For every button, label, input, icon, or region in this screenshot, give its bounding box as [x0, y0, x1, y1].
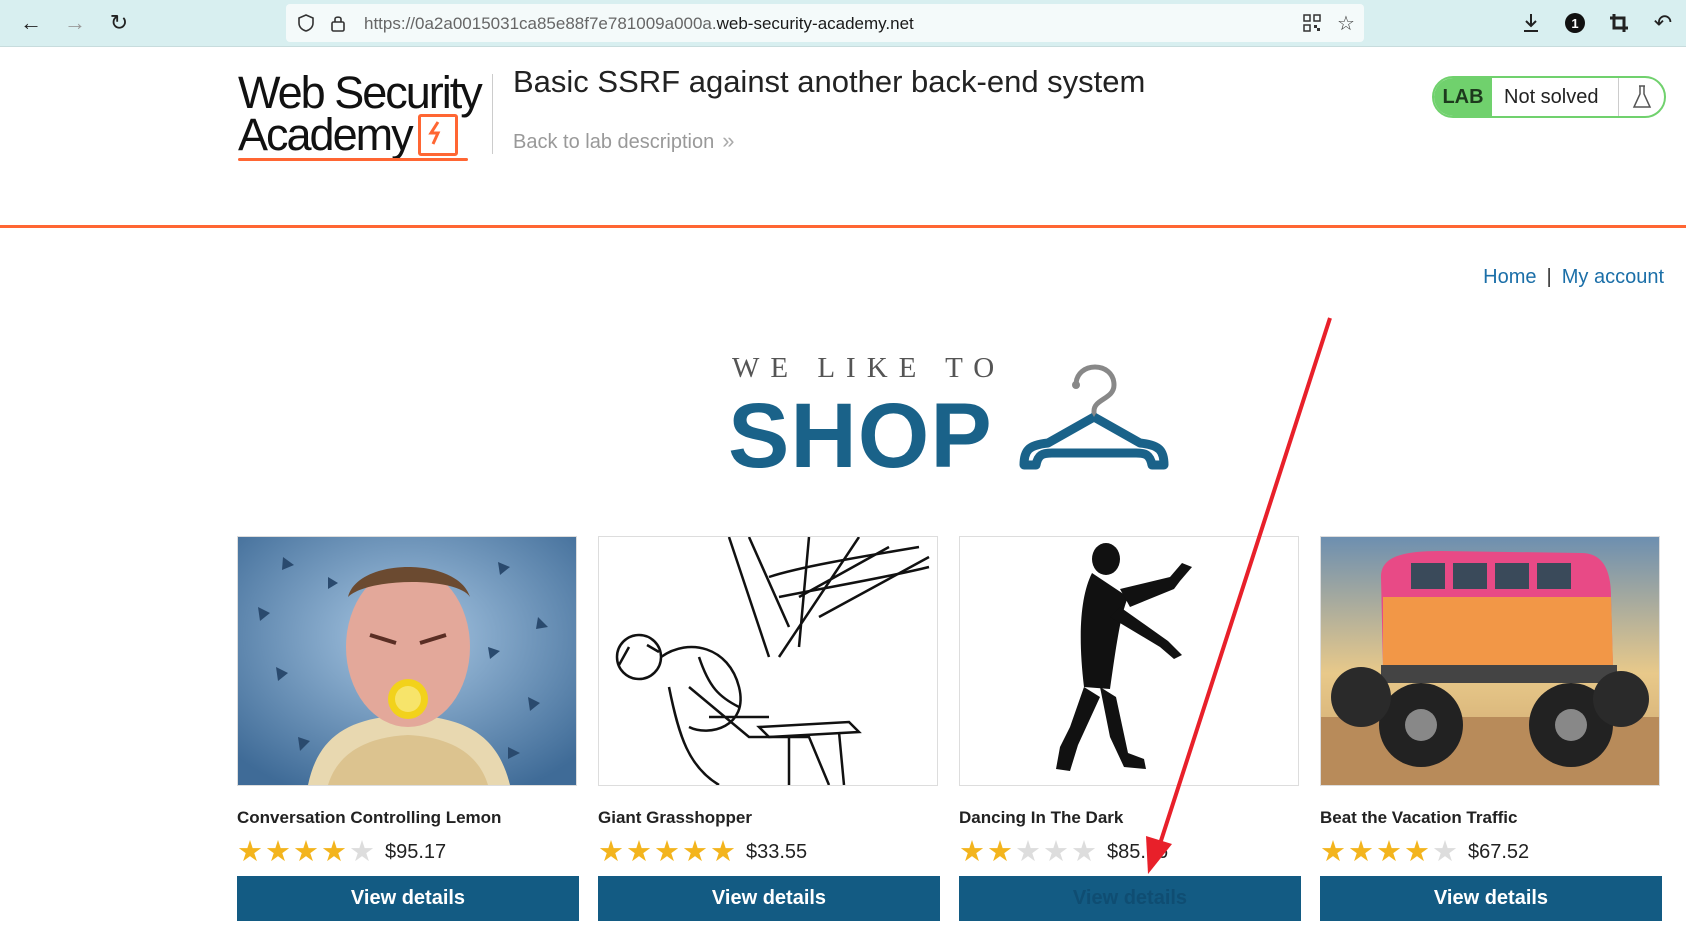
- product-image-vacation-traffic[interactable]: [1320, 536, 1660, 786]
- product-price: $33.55: [746, 840, 808, 863]
- back-link-label: Back to lab description: [513, 131, 715, 153]
- star-filled-icon: ★: [265, 836, 291, 868]
- home-link[interactable]: Home: [1483, 266, 1536, 288]
- lab-status-widget: LAB Not solved: [1432, 76, 1666, 118]
- url-domain: web-security-academy.net: [716, 14, 914, 33]
- star-filled-icon: ★: [626, 836, 652, 868]
- product-name: Giant Grasshopper: [598, 808, 752, 827]
- site-nav: Home | My account: [1483, 266, 1664, 289]
- view-details-button[interactable]: View details: [237, 876, 579, 921]
- download-icon[interactable]: [1516, 8, 1546, 38]
- lab-title: Basic SSRF against another back-end syst…: [513, 64, 1146, 99]
- logo-text-academy: Academy: [238, 109, 414, 160]
- product-card: Giant Grasshopper ★★★★★ $33.55 View deta…: [598, 536, 940, 921]
- star-filled-icon: ★: [987, 836, 1013, 868]
- browser-toolbar: ← → ↻ https://0a2a0015031ca85e88f7e78100…: [0, 0, 1686, 47]
- header-rule: [0, 225, 1686, 228]
- product-name: Dancing In The Dark: [959, 808, 1124, 827]
- view-details-button[interactable]: View details: [1320, 876, 1662, 921]
- product-rating: ★★★★★ $67.52: [1320, 836, 1662, 868]
- nav-separator: |: [1546, 266, 1552, 288]
- logo-bolt-icon: [417, 114, 458, 156]
- star-filled-icon: ★: [710, 836, 736, 868]
- star-empty-icon: ★: [1015, 836, 1041, 868]
- product-rating: ★★★★★ $95.17: [237, 836, 579, 868]
- star-filled-icon: ★: [321, 836, 347, 868]
- star-filled-icon: ★: [1348, 836, 1374, 868]
- star-filled-icon: ★: [1404, 836, 1430, 868]
- web-security-academy-logo[interactable]: Web Security Academy: [238, 67, 490, 168]
- star-filled-icon: ★: [237, 836, 263, 868]
- product-rating: ★★★★★ $85.76: [959, 836, 1301, 868]
- undo-icon[interactable]: ↶: [1648, 8, 1678, 38]
- reload-icon[interactable]: ↻: [104, 8, 134, 38]
- star-empty-icon: ★: [349, 836, 375, 868]
- extension-icon[interactable]: 1: [1560, 8, 1590, 38]
- product-price: $67.52: [1468, 840, 1530, 863]
- product-card: Beat the Vacation Traffic ★★★★★ $67.52 V…: [1320, 536, 1662, 921]
- lab-status-text: Not solved: [1504, 86, 1599, 108]
- star-filled-icon: ★: [1320, 836, 1346, 868]
- hanger-icon: [1019, 364, 1169, 470]
- product-card: Dancing In The Dark ★★★★★ $85.76 View de…: [959, 536, 1301, 921]
- qr-code-icon[interactable]: [1302, 13, 1322, 33]
- star-filled-icon: ★: [293, 836, 319, 868]
- product-image-dancing[interactable]: [959, 536, 1299, 786]
- forward-arrow-icon[interactable]: →: [60, 8, 90, 38]
- star-filled-icon: ★: [654, 836, 680, 868]
- banner-tagline: WE LIKE TO: [732, 352, 1006, 384]
- lock-icon[interactable]: [328, 13, 348, 33]
- bookmark-star-icon[interactable]: ☆: [1336, 13, 1356, 35]
- banner-shop-title: SHOP: [728, 385, 993, 487]
- back-to-lab-description-link[interactable]: Back to lab description »: [513, 128, 734, 154]
- product-image-grasshopper[interactable]: [598, 536, 938, 786]
- rating-stars: ★★★★★: [598, 836, 738, 868]
- logo-underline: [238, 158, 468, 161]
- star-filled-icon: ★: [1376, 836, 1402, 868]
- star-filled-icon: ★: [598, 836, 624, 868]
- star-empty-icon: ★: [1071, 836, 1097, 868]
- address-bar[interactable]: https://0a2a0015031ca85e88f7e781009a000a…: [286, 4, 1364, 42]
- flask-icon[interactable]: [1618, 78, 1664, 116]
- star-empty-icon: ★: [1432, 836, 1458, 868]
- view-details-button[interactable]: View details: [959, 876, 1301, 921]
- crop-icon[interactable]: [1604, 8, 1634, 38]
- back-arrow-icon[interactable]: ←: [16, 8, 46, 38]
- double-chevron-right-icon: »: [722, 128, 735, 153]
- header-divider: [492, 74, 493, 154]
- view-details-button[interactable]: View details: [598, 876, 940, 921]
- product-image-lemon[interactable]: [237, 536, 577, 786]
- star-empty-icon: ★: [1043, 836, 1069, 868]
- rating-stars: ★★★★★: [1320, 836, 1460, 868]
- rating-stars: ★★★★★: [959, 836, 1099, 868]
- product-card: Conversation Controlling Lemon ★★★★★ $95…: [237, 536, 579, 921]
- logo-text-line1: Web Security: [238, 67, 483, 118]
- url-text[interactable]: https://0a2a0015031ca85e88f7e781009a000a…: [364, 14, 914, 34]
- url-prefix: https://0a2a0015031ca85e88f7e781009a000a…: [364, 14, 717, 33]
- shield-icon[interactable]: [296, 13, 316, 33]
- product-price: $95.17: [385, 840, 447, 863]
- product-name: Beat the Vacation Traffic: [1320, 808, 1518, 827]
- product-name: Conversation Controlling Lemon: [237, 808, 502, 827]
- svg-text:1: 1: [1571, 16, 1578, 31]
- star-filled-icon: ★: [682, 836, 708, 868]
- logo-text-line2: Academy: [238, 109, 490, 160]
- product-price: $85.76: [1107, 840, 1169, 863]
- product-rating: ★★★★★ $33.55: [598, 836, 940, 868]
- star-filled-icon: ★: [959, 836, 985, 868]
- my-account-link[interactable]: My account: [1562, 266, 1664, 288]
- lab-badge: LAB: [1434, 78, 1492, 116]
- rating-stars: ★★★★★: [237, 836, 377, 868]
